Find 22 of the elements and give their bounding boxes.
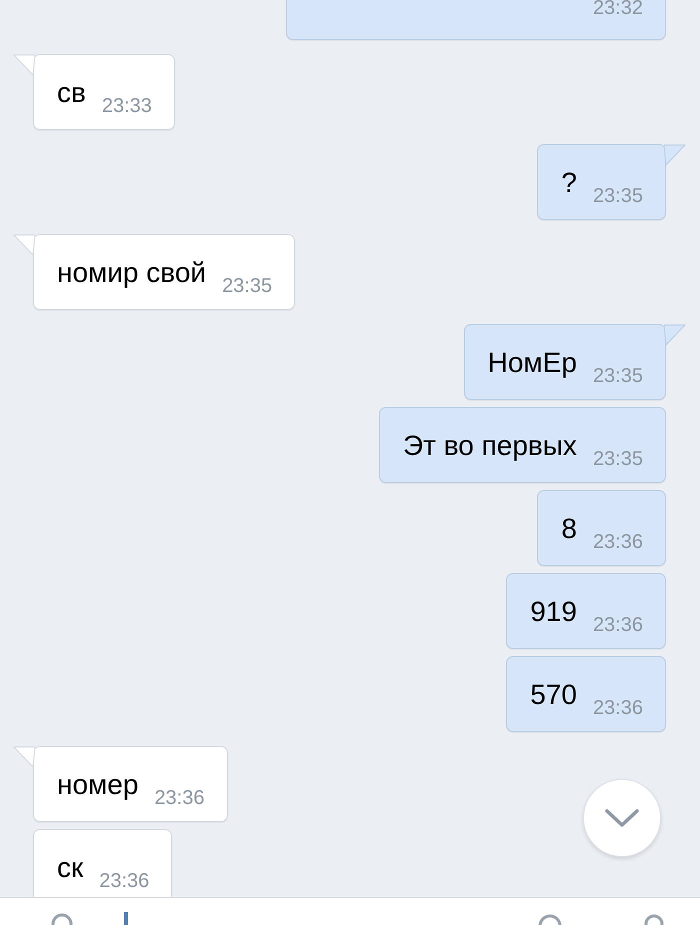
message-text: номир свой [57, 257, 206, 289]
message-text: НомЕр [488, 347, 577, 379]
message-time: 23:35 [592, 365, 643, 388]
message-time: 23:32 [592, 0, 643, 20]
message-text: ? [561, 167, 577, 199]
message-text: 570 [530, 679, 577, 711]
message-time: 23:35 [222, 275, 272, 298]
message-time: 23:35 [592, 185, 643, 208]
message-text: 8 [561, 513, 577, 545]
message-text: св [57, 77, 86, 109]
message-time: 23:36 [592, 614, 643, 637]
message-time: 23:33 [102, 95, 152, 118]
message-time: 23:35 [592, 448, 643, 471]
message-time: 23:36 [592, 697, 643, 720]
message-time: 23:36 [154, 787, 204, 810]
chevron-down-icon [604, 808, 640, 828]
message-text: Эт во первых [402, 430, 577, 462]
message-text: ск [57, 852, 84, 884]
message-time: 23:36 [99, 870, 150, 893]
message-text: 919 [530, 596, 577, 628]
message-time: 23:36 [592, 531, 643, 554]
message-text: номер [57, 769, 138, 801]
